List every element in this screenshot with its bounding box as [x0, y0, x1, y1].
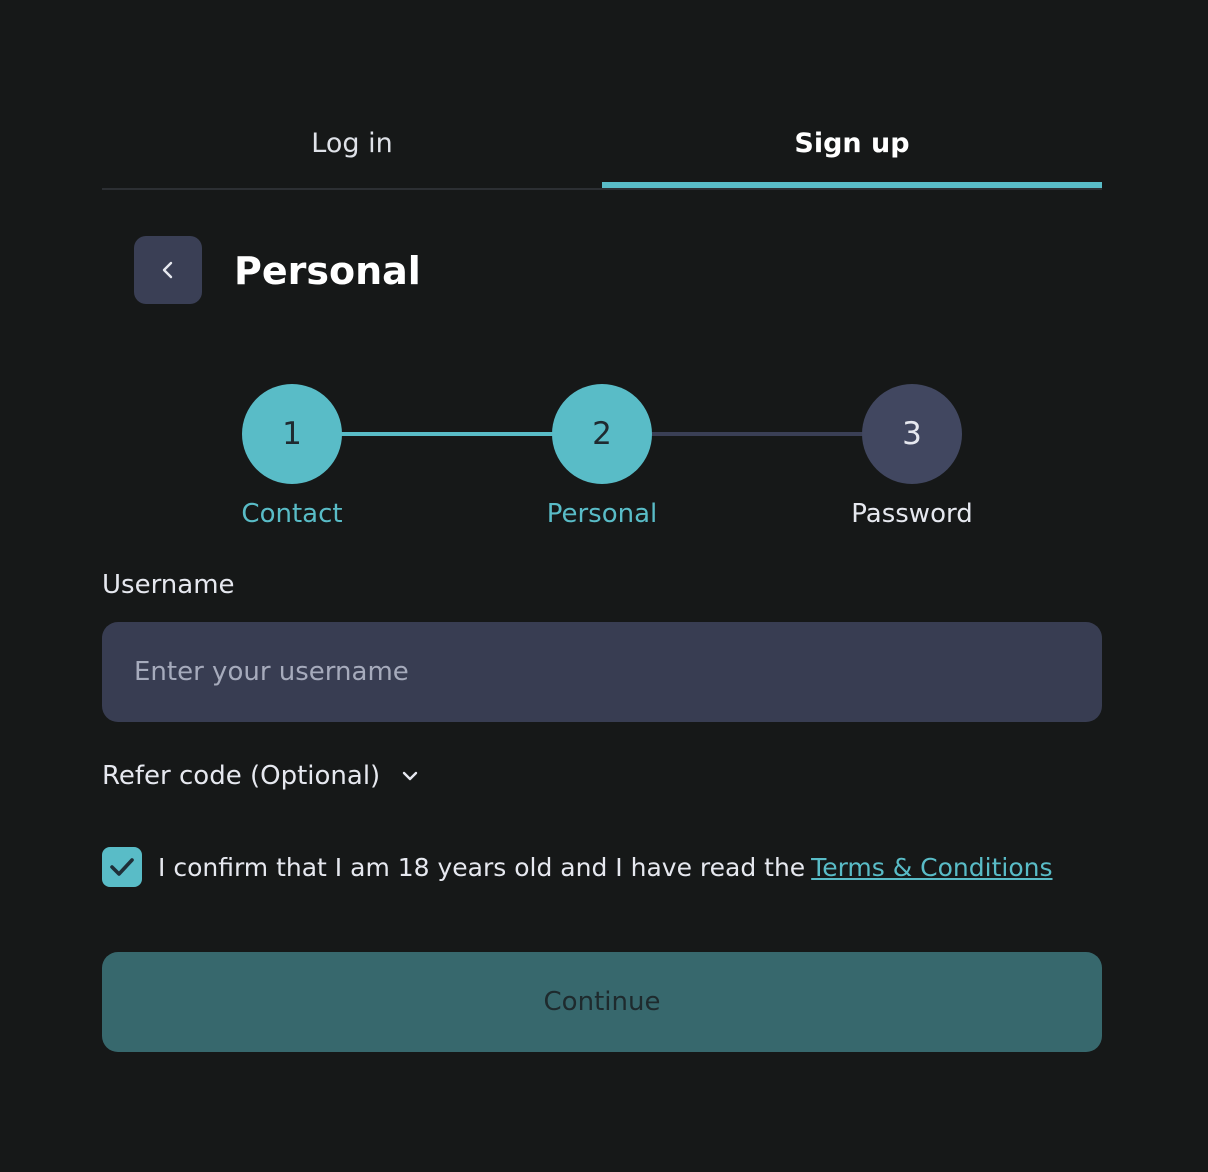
step-circle-contact: 1 [242, 384, 342, 484]
age-confirm-text: I confirm that I am 18 years old and I h… [158, 852, 806, 882]
chevron-left-icon [162, 261, 173, 279]
tab-sign-up[interactable]: Sign up [602, 110, 1102, 188]
tab-log-in[interactable]: Log in [102, 110, 602, 186]
step-label-personal: Personal [546, 499, 658, 529]
refer-code-toggle[interactable]: Refer code (Optional) [102, 756, 420, 796]
step-circle-personal: 2 [552, 384, 652, 484]
username-input[interactable] [102, 622, 1102, 722]
auth-tabs: Log in Sign up [102, 110, 1102, 190]
step-label-password: Password [851, 499, 973, 529]
step-connector-1 [340, 432, 554, 436]
username-label: Username [102, 570, 235, 600]
checkmark-icon [110, 858, 134, 876]
step-circle-password: 3 [862, 384, 962, 484]
signup-panel: Log in Sign up Personal 1 2 3 Contact Pe… [102, 0, 1102, 1172]
page-title: Personal [234, 249, 421, 293]
step-connector-2 [650, 432, 864, 436]
age-confirm-row: I confirm that I am 18 years old and I h… [102, 846, 1053, 888]
refer-code-label: Refer code (Optional) [102, 761, 381, 791]
step-label-contact: Contact [241, 499, 343, 529]
continue-button[interactable]: Continue [102, 952, 1102, 1052]
back-button[interactable] [134, 236, 202, 304]
age-confirm-checkbox[interactable] [102, 847, 142, 887]
terms-link[interactable]: Terms & Conditions [811, 853, 1052, 882]
chevron-down-icon [402, 771, 418, 781]
signup-stepper: 1 2 3 Contact Personal Password [102, 384, 1102, 544]
